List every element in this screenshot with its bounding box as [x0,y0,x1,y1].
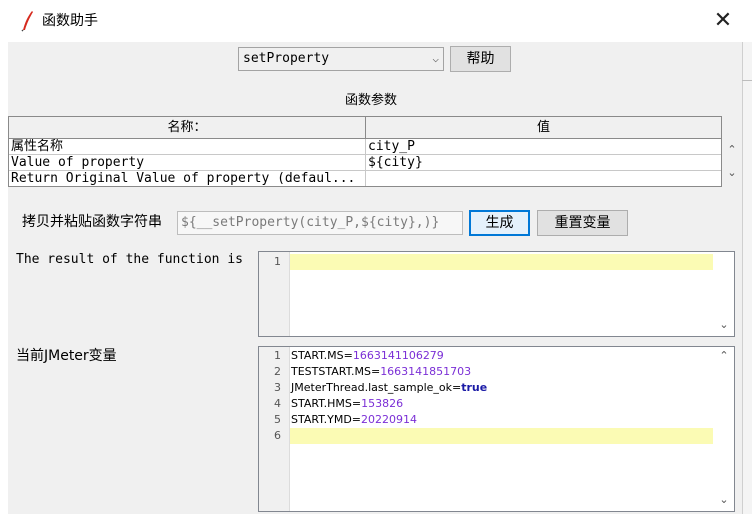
param-name-cell[interactable]: 属性名称 [9,139,366,155]
function-string-field[interactable]: ${__setProperty(city_P,${city},)} [177,211,463,235]
param-value-cell[interactable] [366,171,721,186]
code-line: TESTSTART.MS=1663141851703 [291,364,471,380]
var-key: START.MS= [291,349,353,362]
column-header-name[interactable]: 名称： [9,117,366,139]
vars-scrollbar[interactable]: ⌃ ⌄ [714,347,734,511]
window-title: 函数助手 [42,13,98,29]
current-line-highlight [290,428,713,444]
scroll-down-icon[interactable]: ⌄ [714,318,734,332]
help-button[interactable]: 帮助 [450,46,511,72]
result-scrollbar[interactable]: ⌄ [714,252,734,336]
var-value: 1663141106279 [352,349,444,362]
column-header-value[interactable]: 值 [366,117,721,139]
line-number: 3 [274,381,281,394]
feather-icon [18,10,38,32]
var-value: true [461,381,488,394]
var-value: 20220914 [361,413,418,426]
table-scrollbar[interactable]: ⌃ ⌄ [722,138,742,187]
copy-paste-label: 拷贝并粘贴函数字符串 [22,214,162,230]
reset-variables-button[interactable]: 重置变量 [537,210,628,236]
params-title: 函数参数 [345,93,398,108]
params-table: 名称： 值 属性名称 city_P Value of property ${ci… [8,116,722,187]
var-key: JMeterThread.last_sample_ok= [291,381,462,394]
scroll-up-icon[interactable]: ⌃ [722,143,742,157]
scroll-down-icon[interactable]: ⌄ [714,493,734,507]
var-key: START.YMD= [291,413,362,426]
scroll-up-icon[interactable]: ⌃ [714,349,734,363]
line-number: 5 [274,413,281,426]
line-number: 1 [274,255,281,268]
jmeter-vars-label: 当前JMeter变量 [16,348,117,364]
line-number: 6 [274,429,281,442]
close-icon[interactable]: ✕ [702,4,744,38]
line-number: 4 [274,397,281,410]
line-number: 1 [274,349,281,362]
code-line: JMeterThread.last_sample_ok=true [291,380,487,396]
scroll-down-icon[interactable]: ⌄ [722,166,742,180]
result-label: The result of the function is [16,252,243,267]
var-value: 153826 [361,397,404,410]
param-value-cell[interactable]: ${city} [366,155,721,171]
background-divider [742,80,752,81]
param-name-cell[interactable]: Return Original Value of property (defau… [9,171,366,186]
generate-button[interactable]: 生成 [469,210,530,236]
chevron-down-icon: ⌵ [432,52,439,65]
line-number-gutter: 1 2 3 4 5 6 [259,347,290,511]
code-line: START.HMS=153826 [291,396,403,412]
code-line: START.YMD=20220914 [291,412,417,428]
code-line: START.MS=1663141106279 [291,348,444,364]
current-line-highlight [290,254,713,270]
param-name-cell[interactable]: Value of property [9,155,366,171]
line-number-gutter: 1 [259,252,290,336]
line-number: 2 [274,365,281,378]
function-select-value: setProperty [243,51,330,66]
result-editor[interactable]: 1 ⌄ [258,251,735,337]
background-window-edge [742,0,752,514]
var-value: 1663141851703 [380,365,472,378]
function-select[interactable]: setProperty ⌵ [238,47,444,71]
var-key: START.HMS= [291,397,362,410]
title-bar [0,0,752,42]
var-key: TESTSTART.MS= [291,365,381,378]
param-value-cell[interactable]: city_P [366,139,721,155]
jmeter-vars-editor[interactable]: 1 2 3 4 5 6 START.MS=1663141106279 TESTS… [258,346,735,512]
